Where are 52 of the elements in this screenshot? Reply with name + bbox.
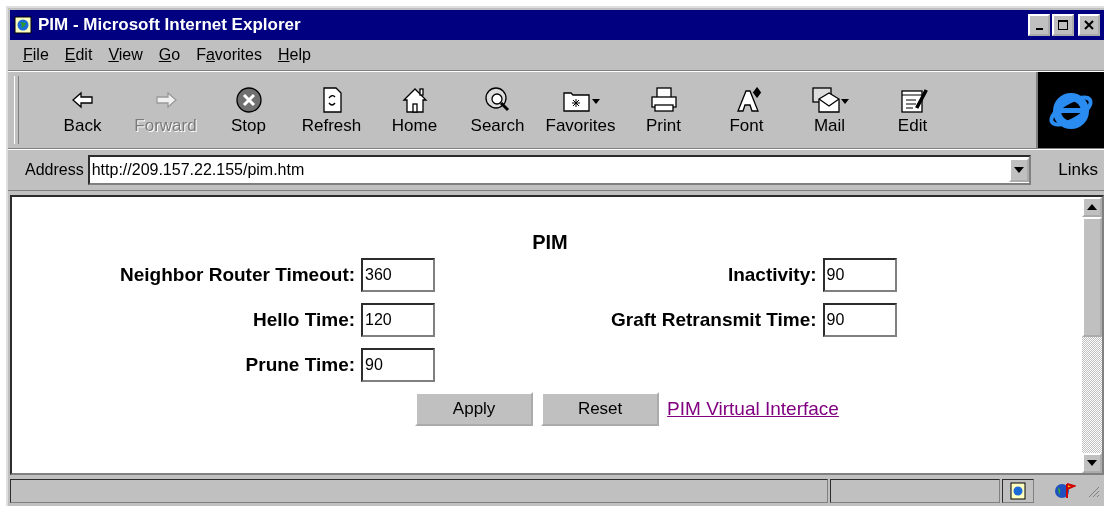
menu-item[interactable]: File [16,44,56,66]
field-label: Hello Time: [252,309,356,331]
toolbar-button[interactable]: Favorites [539,77,622,143]
scroll-up-button[interactable] [1082,197,1102,217]
input-field[interactable]: 360 [361,258,436,292]
maximize-button[interactable] [1052,14,1074,36]
globe-page-icon [14,16,32,34]
menu-item[interactable]: View [101,44,150,66]
menu-item[interactable]: Go [151,44,188,66]
caret-up-icon [1087,204,1097,210]
resize-grip-icon[interactable] [1086,484,1100,498]
input-field[interactable]: 120 [361,303,436,337]
minimize-button[interactable] [1028,14,1050,36]
page-heading: PIM [532,231,568,254]
input-field[interactable]: 90 [822,258,897,292]
toolbar-button[interactable]: Mail [788,77,871,143]
field-label: Neighbor Router Timeout: [120,264,356,286]
close-button[interactable] [1078,14,1100,36]
scroll-thumb[interactable] [1082,217,1102,337]
menu-item[interactable]: Edit [57,44,100,66]
globe-page-icon [1010,482,1026,500]
toolbar-button[interactable]: Refresh [290,77,373,143]
links-button[interactable]: Links [1058,160,1098,180]
toolbar-button[interactable]: Font [705,77,788,143]
link[interactable]: PIM Virtual Interface [667,398,839,420]
input-field[interactable]: 90 [361,348,436,382]
dropdown-button[interactable] [1009,158,1030,182]
input-field[interactable]: 90 [822,303,897,337]
maximize-icon [1058,20,1068,30]
minimize-icon [1035,28,1043,30]
menu-item[interactable]: Help [270,44,318,66]
network-zone-icon [1054,481,1076,501]
form-button[interactable]: Apply [415,392,534,426]
toolbar-button[interactable]: Edit [871,77,954,143]
caret-down-icon [1014,167,1025,173]
toolbar-button[interactable]: Back [41,77,124,143]
toolbar-button[interactable]: Home [373,77,456,143]
field-label: Graft Retransmit Time: [611,309,817,331]
scroll-down-button[interactable] [1082,453,1102,473]
toolbar-button[interactable]: Print [622,77,705,143]
field-label: Inactivity: [726,264,817,286]
menu-item[interactable]: Favorites [189,44,269,66]
address-label: Address [25,161,84,179]
close-icon [1084,20,1094,30]
window-title: PIM - Microsoft Internet Explorer [38,15,302,35]
caret-down-icon [1087,460,1097,466]
scrollbar[interactable] [1082,197,1102,473]
form-button[interactable]: Reset [541,392,660,426]
address-field[interactable]: http://209.157.22.155/pim.htm [87,155,1032,185]
toolbar-button[interactable]: Search [456,77,539,143]
field-label: Prune Time: [244,354,356,376]
toolbar-button[interactable]: Stop [207,77,290,143]
